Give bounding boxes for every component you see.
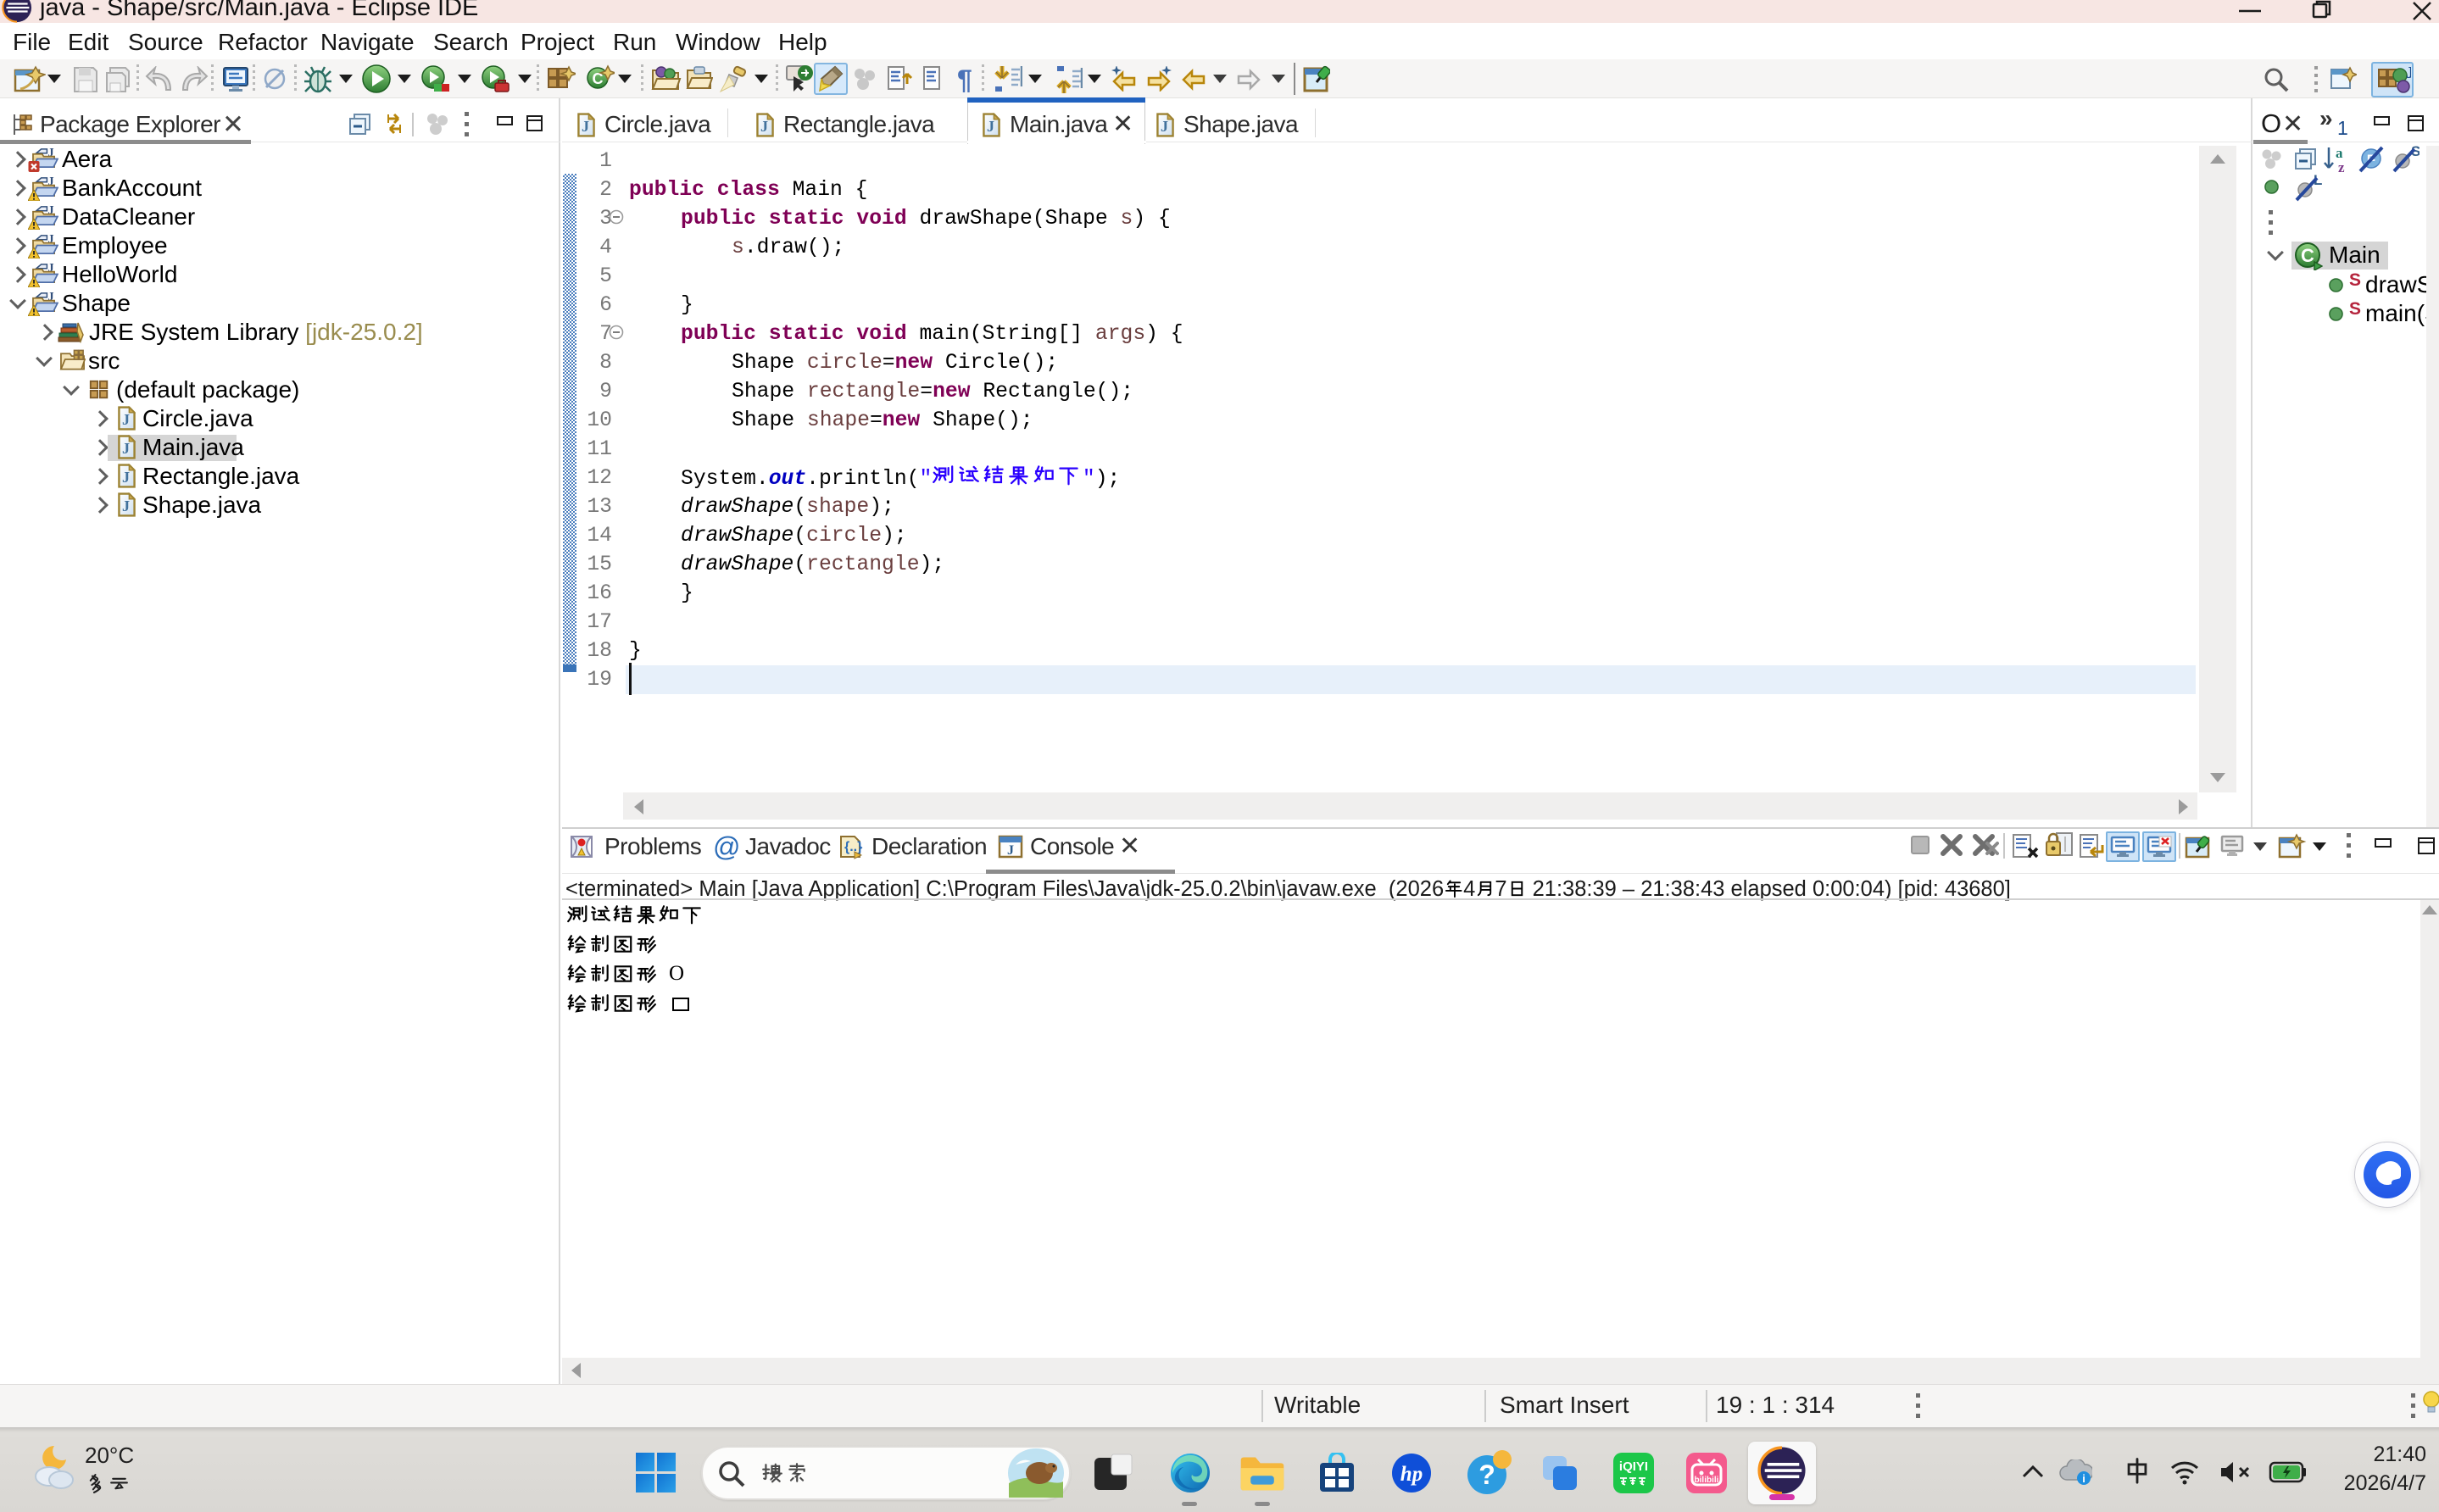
svg-text:{..}: {..} [844,840,862,854]
svg-text:hp: hp [1400,1463,1423,1486]
svg-text:i: i [2082,1472,2085,1485]
svg-text:iQIYI: iQIYI [1619,1459,1648,1474]
svg-text:J: J [2406,66,2411,82]
svg-text:bilibili: bilibili [1695,1476,1719,1485]
svg-text:?: ? [1478,1459,1495,1490]
svg-text:J: J [1007,843,1014,858]
svg-text:z: z [2338,159,2345,175]
